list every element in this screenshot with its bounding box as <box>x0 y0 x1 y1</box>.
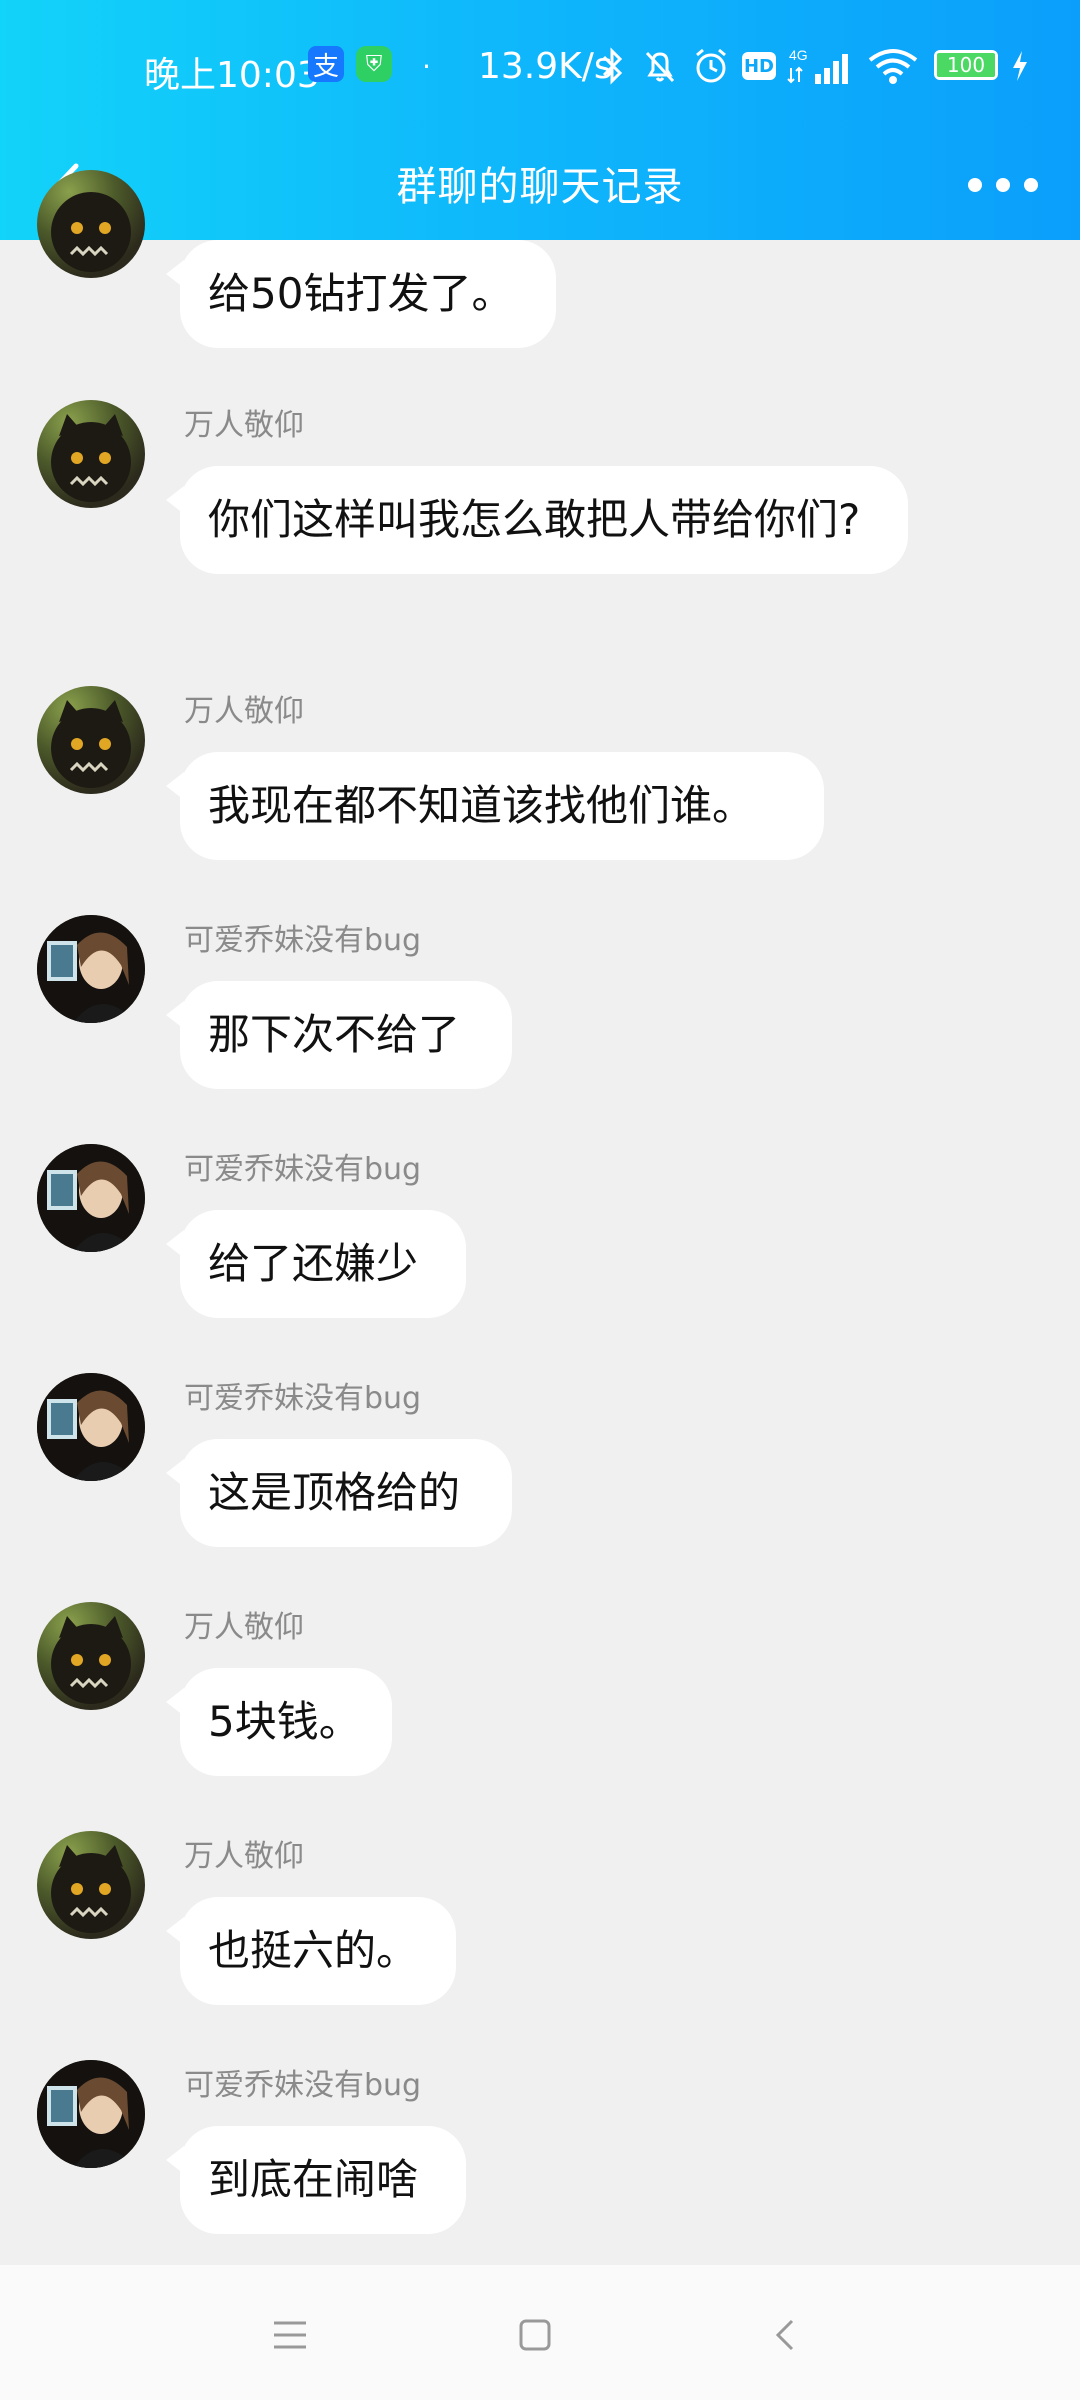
more-options-button[interactable] <box>968 160 1038 210</box>
page-title: 群聊的聊天记录 <box>396 164 684 210</box>
sender-name: 可爱乔妹没有bug <box>184 1381 422 1416</box>
sender-name: 可爱乔妹没有bug <box>184 1152 422 1187</box>
bluetooth-icon <box>596 46 630 86</box>
hd-icon: HD <box>742 52 776 80</box>
dot-icon: · <box>422 49 431 83</box>
nav-bar: 群聊的聊天记录 <box>0 130 1080 240</box>
avatar[interactable] <box>37 1831 145 1939</box>
message-bubble[interactable]: 我现在都不知道该找他们谁。 <box>166 752 824 860</box>
message-bubble[interactable]: 那下次不给了 <box>166 981 512 1089</box>
more-dot-icon <box>996 178 1010 192</box>
status-bar: 晚上10:03 支 ⛨ · 13.9K/s HD 4G 100 <box>0 0 1080 130</box>
sender-name: 万人敬仰 <box>184 408 304 443</box>
top-bar: 晚上10:03 支 ⛨ · 13.9K/s HD 4G 100 群聊的聊天记录 <box>0 0 1080 240</box>
avatar[interactable] <box>37 686 145 794</box>
sender-name: 万人敬仰 <box>184 1839 304 1874</box>
battery-level: 100 <box>937 53 995 77</box>
message-bubble[interactable]: 给50钻打发了。 <box>166 240 556 348</box>
shield-icon: ⛨ <box>356 46 392 82</box>
charging-icon <box>1008 46 1032 86</box>
avatar[interactable] <box>37 2060 145 2168</box>
avatar[interactable] <box>37 170 145 278</box>
alarm-icon <box>690 46 732 86</box>
sender-name: 可爱乔妹没有bug <box>184 2068 422 2103</box>
sender-name: 可爱乔妹没有bug <box>184 923 422 958</box>
more-dot-icon <box>968 178 982 192</box>
network-type: 4G <box>789 47 808 63</box>
signal-icon: 4G <box>786 46 856 86</box>
menu-button[interactable] <box>260 2305 320 2365</box>
alipay-icon: 支 <box>308 46 344 82</box>
system-nav-bar <box>0 2265 1080 2400</box>
message-bubble[interactable]: 也挺六的。 <box>166 1897 456 2005</box>
avatar[interactable] <box>37 1602 145 1710</box>
message-bubble[interactable]: 给了还嫌少 <box>166 1210 466 1318</box>
avatar[interactable] <box>37 400 145 508</box>
avatar[interactable] <box>37 1373 145 1481</box>
more-dot-icon <box>1024 178 1038 192</box>
network-speed: 13.9K/s <box>478 46 613 87</box>
home-button[interactable] <box>505 2305 565 2365</box>
message-bubble[interactable]: 这是顶格给的 <box>166 1439 512 1547</box>
system-back-button[interactable] <box>756 2305 816 2365</box>
back-chevron-icon <box>775 2319 794 2351</box>
menu-icon <box>274 2321 306 2349</box>
status-time: 晚上10:03 <box>144 55 320 96</box>
wifi-icon <box>866 46 920 86</box>
message-bubble[interactable]: 你们这样叫我怎么敢把人带给你们? <box>166 466 908 574</box>
avatar[interactable] <box>37 1144 145 1252</box>
mute-bell-icon <box>640 46 680 86</box>
sender-name: 万人敬仰 <box>184 1610 304 1645</box>
home-square-icon <box>519 2319 551 2351</box>
message-bubble[interactable]: 5块钱。 <box>166 1668 392 1776</box>
avatar[interactable] <box>37 915 145 1023</box>
message-bubble[interactable]: 到底在闹啥 <box>166 2126 466 2234</box>
sender-name: 万人敬仰 <box>184 694 304 729</box>
battery-icon: 100 <box>934 50 998 80</box>
